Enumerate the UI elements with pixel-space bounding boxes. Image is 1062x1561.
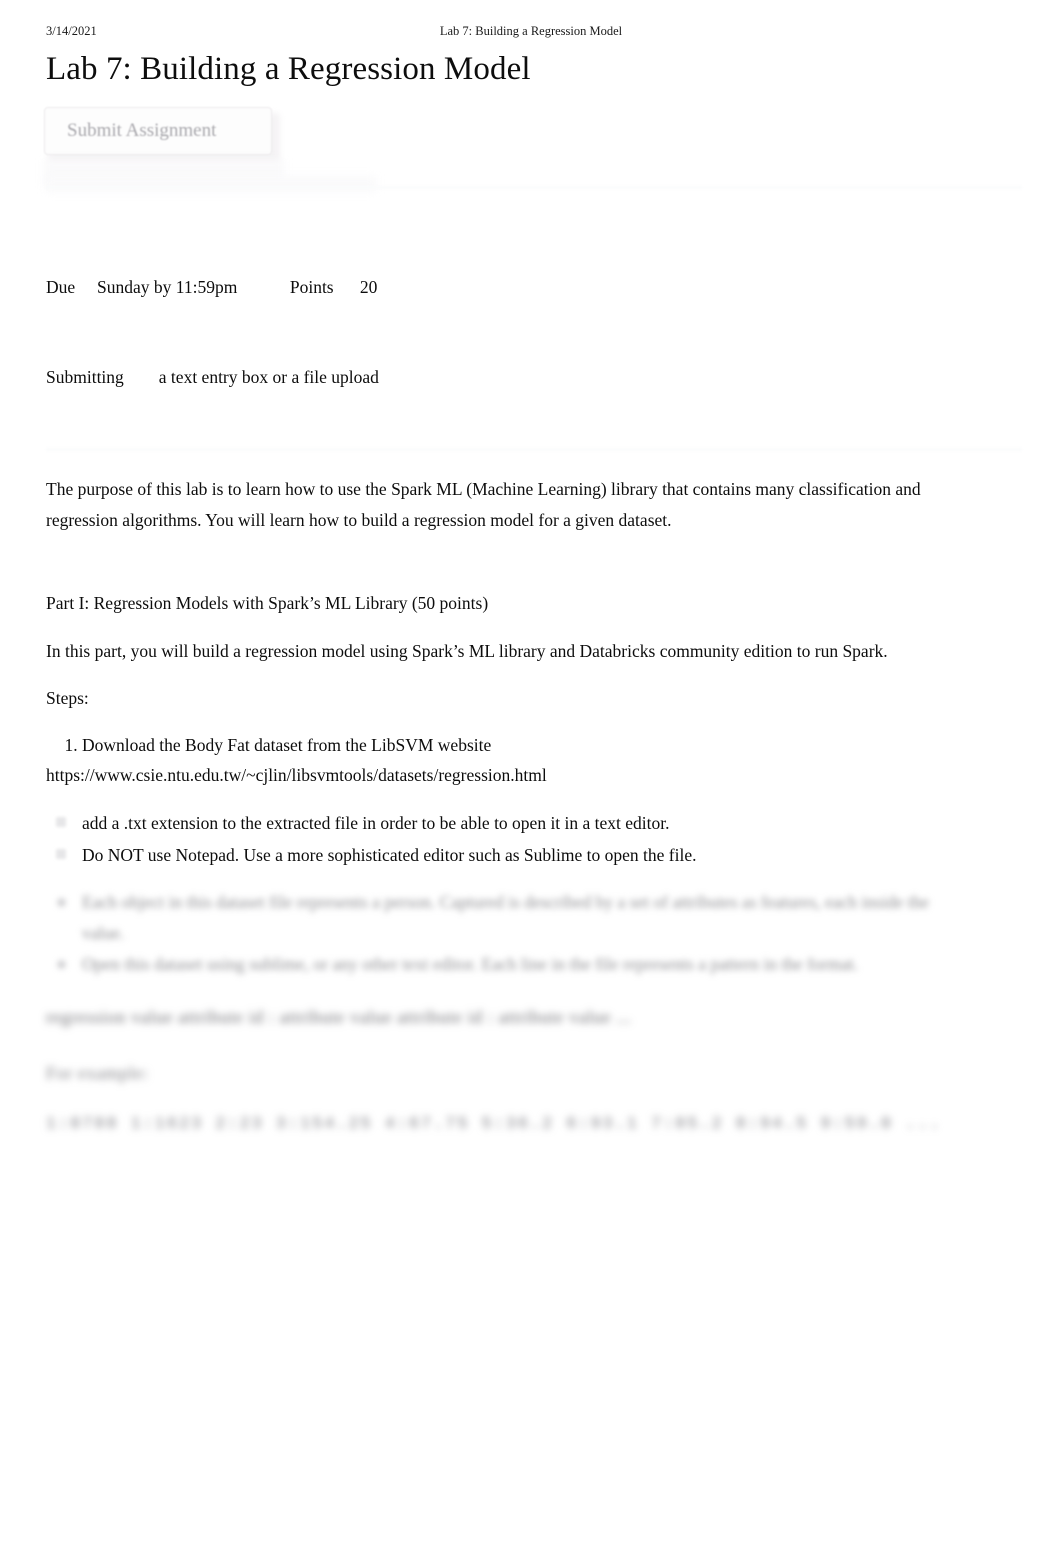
print-header-title: Lab 7: Building a Regression Model bbox=[439, 24, 623, 38]
divider-bottom bbox=[46, 448, 1022, 451]
list-item-label: Do NOT use Notepad. Use a more sophistic… bbox=[82, 844, 697, 865]
assignment-description: The purpose of this lab is to learn how … bbox=[46, 474, 946, 1139]
obscured-example-data: 1:0788 1:1623 2:23 3:154.25 4:67.75 5:36… bbox=[46, 1113, 942, 1133]
page-title: Lab 7: Building a Regression Model bbox=[46, 51, 531, 87]
part-one-heading: Part I: Regression Models with Spark’s M… bbox=[46, 593, 489, 613]
submit-assignment-button[interactable]: Submit Assignment bbox=[44, 107, 272, 155]
bullet-icon bbox=[58, 960, 65, 968]
bullet-icon bbox=[56, 816, 66, 827]
steps-list: Download the Body Fat dataset from the L… bbox=[46, 730, 946, 761]
bullet-icon bbox=[56, 848, 66, 859]
bullet-icon bbox=[58, 898, 65, 906]
dataset-url-link[interactable]: https://www.csie.ntu.edu.tw/~cjlin/libsv… bbox=[46, 760, 946, 791]
list-item-label: Open this dataset using sublime, or any … bbox=[82, 953, 859, 974]
list-item: add a .txt extension to the extracted fi… bbox=[56, 807, 946, 839]
list-item: Download the Body Fat dataset from the L… bbox=[82, 730, 946, 761]
meta-row-submitting: Submitting a text entry box or a file up… bbox=[46, 367, 379, 387]
background-wash-lower bbox=[46, 176, 376, 192]
print-header: 3/14/2021 Lab 7: Building a Regression M… bbox=[0, 24, 1062, 40]
list-item: Do NOT use Notepad. Use a more sophistic… bbox=[56, 839, 946, 871]
meta-row-due: Due Sunday by 11:59pm Points 20 bbox=[46, 277, 378, 297]
obscured-example-label: For example: bbox=[46, 1062, 149, 1083]
list-item-label: add a .txt extension to the extracted fi… bbox=[82, 812, 670, 833]
notes-list: add a .txt extension to the extracted fi… bbox=[46, 807, 946, 871]
divider-top bbox=[46, 186, 1022, 189]
obscured-notes-list: Each object in this dataset file represe… bbox=[46, 887, 946, 980]
assignment-meta: Due Sunday by 11:59pm Points 20 Submitti… bbox=[46, 212, 379, 422]
part-one-intro: In this part, you will build a regressio… bbox=[46, 640, 888, 661]
steps-label: Steps: bbox=[46, 688, 89, 708]
intro-paragraph: The purpose of this lab is to learn how … bbox=[46, 479, 921, 530]
list-item: Each object in this dataset file represe… bbox=[58, 887, 946, 949]
list-item-label: Each object in this dataset file represe… bbox=[82, 891, 929, 943]
submit-assignment-container: Submit Assignment bbox=[42, 105, 282, 167]
list-item: Open this dataset using sublime, or any … bbox=[58, 949, 946, 980]
obscured-format-line: regression value attribute id : attribut… bbox=[46, 1006, 632, 1027]
